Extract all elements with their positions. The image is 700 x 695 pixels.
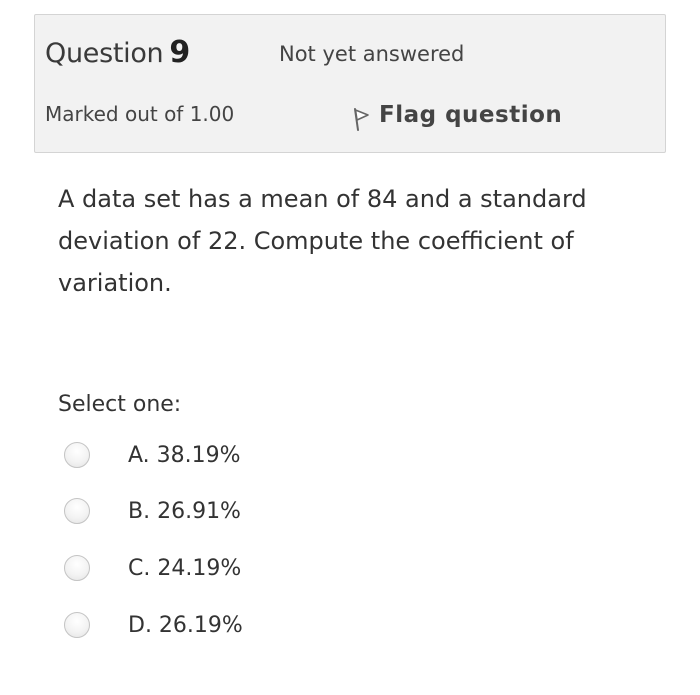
question-state: Not yet answered xyxy=(279,42,465,66)
flag-question-button[interactable]: Flag question xyxy=(351,98,562,132)
question-heading: Question 9 xyxy=(45,35,190,70)
answer-option-label: C. 24.19% xyxy=(128,555,242,581)
question-grade: Marked out of 1.00 xyxy=(45,102,235,126)
radio-icon[interactable] xyxy=(64,612,90,638)
answer-option-label: A. 38.19% xyxy=(128,442,241,468)
question-text: A data set has a mean of 84 and a standa… xyxy=(58,185,587,297)
question-number: 9 xyxy=(169,35,190,70)
flag-icon xyxy=(354,108,369,131)
radio-icon[interactable] xyxy=(64,442,90,468)
answer-option-c[interactable]: C. 24.19% xyxy=(64,555,241,581)
question-info-panel: Question 9 Not yet answered Marked out of… xyxy=(34,14,666,153)
answer-option-d[interactable]: D. 26.19% xyxy=(64,612,243,638)
answer-option-label: D. 26.19% xyxy=(128,612,243,638)
flag-question-label: Flag question xyxy=(379,102,563,128)
answer-option-label: B. 26.91% xyxy=(128,498,241,524)
radio-icon[interactable] xyxy=(64,498,90,524)
answer-option-b[interactable]: B. 26.91% xyxy=(64,498,241,524)
radio-icon[interactable] xyxy=(64,555,90,581)
question-word: Question xyxy=(45,38,164,69)
select-one-prompt: Select one: xyxy=(58,392,182,417)
answer-option-a[interactable]: A. 38.19% xyxy=(64,442,241,468)
